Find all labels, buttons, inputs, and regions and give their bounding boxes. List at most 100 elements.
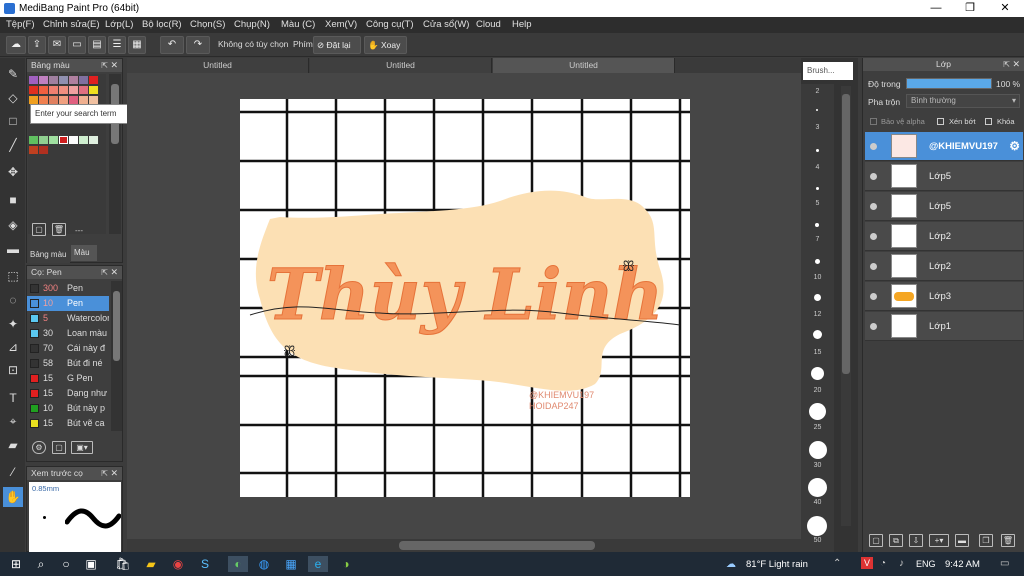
close-button[interactable]: ✕ xyxy=(988,0,1022,17)
brush-item[interactable]: 5 Watercolor xyxy=(27,311,109,326)
document-icon[interactable]: ▤ xyxy=(88,36,106,54)
layer-row[interactable]: Lớp1 xyxy=(865,312,1023,341)
swatch[interactable] xyxy=(59,136,68,144)
search-icon[interactable]: ⌕ xyxy=(33,556,49,572)
size-preset[interactable]: 30 xyxy=(801,462,834,478)
swatch[interactable] xyxy=(59,86,68,94)
blend-select[interactable]: Bình thường ▾ xyxy=(906,94,1020,108)
size-preset[interactable] xyxy=(801,477,834,497)
language-indicator[interactable]: ENG xyxy=(916,559,936,569)
swatch[interactable] xyxy=(29,76,38,84)
swatch[interactable] xyxy=(69,86,78,94)
swatch[interactable] xyxy=(59,96,68,104)
select-eraser-icon[interactable]: ⊡ xyxy=(3,360,23,380)
notification-icon[interactable]: ▭ xyxy=(1000,558,1009,569)
line-tool-icon[interactable]: ╱ xyxy=(3,135,23,155)
menu-window[interactable]: Cửa sổ(W) xyxy=(423,19,469,30)
swatch[interactable] xyxy=(39,76,48,84)
swatch[interactable] xyxy=(39,86,48,94)
horizontal-scrollbar[interactable] xyxy=(127,539,801,552)
brush-item[interactable]: 70 Cái này đ xyxy=(27,341,109,356)
windows-start-icon[interactable]: ⊞ xyxy=(8,556,24,572)
scroll-thumb[interactable] xyxy=(113,291,120,361)
eye-icon[interactable] xyxy=(870,173,877,180)
duplicate-layer-icon[interactable]: ⧉ xyxy=(889,534,903,547)
size-preset[interactable] xyxy=(801,515,834,536)
menu-select[interactable]: Chọn(S) xyxy=(190,19,225,30)
clipping-checkbox[interactable] xyxy=(937,118,944,125)
rotate-button[interactable]: ✋ Xoay xyxy=(364,36,407,54)
brush-item[interactable]: 10 Bút này p xyxy=(27,401,109,416)
fill-rect-tool-icon[interactable]: ■ xyxy=(3,190,23,210)
copy-icon[interactable]: ❐ xyxy=(979,534,993,547)
network-icon[interactable]: ◔ xyxy=(880,558,886,569)
swatch[interactable] xyxy=(79,96,88,104)
swatch[interactable] xyxy=(29,96,38,104)
eye-icon[interactable] xyxy=(870,143,877,150)
select-tool-icon[interactable]: ⬚ xyxy=(3,266,23,286)
size-preset[interactable]: 20 xyxy=(801,387,834,403)
brush-scrollbar[interactable] xyxy=(111,281,122,431)
protect-alpha-checkbox[interactable] xyxy=(870,118,877,125)
edge-icon[interactable]: e xyxy=(308,556,328,572)
swatch[interactable] xyxy=(69,96,78,104)
store-icon[interactable]: 🛍 xyxy=(115,556,131,572)
swatch[interactable] xyxy=(39,136,48,144)
trash-icon[interactable]: 🗑 xyxy=(52,223,66,236)
swatch[interactable] xyxy=(29,86,38,94)
size-preset[interactable]: 15 xyxy=(801,349,834,365)
medibang-icon[interactable]: ◐ xyxy=(228,556,248,572)
swatch[interactable] xyxy=(39,96,48,104)
swatch[interactable] xyxy=(49,136,58,144)
hand-tool-icon[interactable]: ✋ xyxy=(3,487,23,507)
close-icon[interactable]: ✕ xyxy=(110,467,118,480)
text-tool-icon[interactable]: T xyxy=(3,388,23,408)
swatch[interactable] xyxy=(79,86,88,94)
popout-icon[interactable]: ⇱ xyxy=(1003,58,1010,71)
size-preset[interactable]: 4 xyxy=(801,164,834,180)
brush-item[interactable]: 10 Pen xyxy=(27,296,109,311)
swatch[interactable] xyxy=(79,76,88,84)
menu-color[interactable]: Màu (C) xyxy=(281,19,315,30)
eyedropper-tool-icon[interactable]: ⁄ xyxy=(3,462,23,482)
chevron-up-icon[interactable]: ⌃ xyxy=(833,558,841,569)
menu-filter[interactable]: Bộ lọc(R) xyxy=(142,19,182,30)
size-preset[interactable]: 7 xyxy=(801,236,834,252)
artwork[interactable]: Thùy Linh ꕥ ꕥ @KHIEMVU197 HOIDAP247 xyxy=(240,99,690,497)
new-palette-icon[interactable]: ▢ xyxy=(32,223,46,236)
vietkey-icon[interactable]: V xyxy=(861,557,873,569)
swatch[interactable] xyxy=(49,96,58,104)
tab-color[interactable]: Màu xyxy=(71,245,97,261)
trash-icon[interactable]: 🗑 xyxy=(1001,534,1015,547)
size-preset[interactable]: 50 xyxy=(801,537,834,551)
messenger-icon[interactable]: ◍ xyxy=(256,556,272,572)
folder-icon[interactable]: ▬ xyxy=(955,534,969,547)
layer-row[interactable]: Lớp2 xyxy=(865,222,1023,251)
layer-row[interactable]: Lớp2 xyxy=(865,252,1023,281)
eye-icon[interactable] xyxy=(870,293,877,300)
popout-icon[interactable]: ⇱ xyxy=(101,266,108,279)
swatch[interactable] xyxy=(39,146,48,154)
task-view-icon[interactable]: ▣ xyxy=(83,556,99,572)
swatch[interactable] xyxy=(79,136,88,144)
size-preset[interactable] xyxy=(801,220,834,236)
file-explorer-icon[interactable]: ▰ xyxy=(143,556,159,572)
brush-item[interactable]: 15 G Pen xyxy=(27,371,109,386)
new-layer-icon[interactable]: ▢ xyxy=(869,534,883,547)
popout-icon[interactable]: ⇱ xyxy=(101,467,108,480)
select-pen-icon[interactable]: ⊿ xyxy=(3,337,23,357)
size-preset[interactable] xyxy=(801,292,834,308)
share-icon[interactable]: ⇪ xyxy=(28,36,46,54)
brush-tool-icon[interactable]: ✎ xyxy=(3,64,23,84)
size-preset[interactable]: 2 xyxy=(801,88,834,104)
restore-button[interactable]: ❐ xyxy=(953,0,987,17)
swatch[interactable] xyxy=(29,146,38,154)
swatch[interactable] xyxy=(49,76,58,84)
eye-icon[interactable] xyxy=(870,263,877,270)
size-preset[interactable] xyxy=(801,328,834,344)
comment-icon[interactable]: ✉ xyxy=(48,36,66,54)
brush-size-scrollbar[interactable] xyxy=(841,86,851,526)
grid-icon[interactable]: ▦ xyxy=(128,36,146,54)
menu-layer[interactable]: Lớp(L) xyxy=(105,19,133,30)
divide-tool-icon[interactable]: ▰ xyxy=(3,435,23,455)
